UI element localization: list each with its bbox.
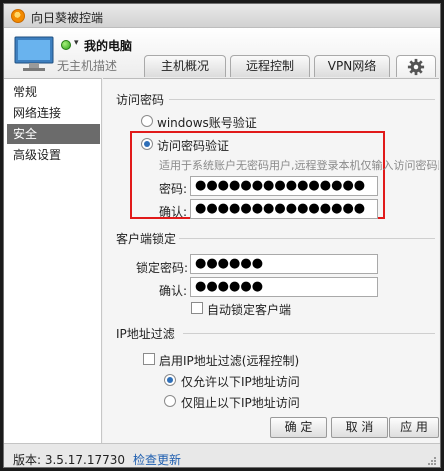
section-divider — [169, 99, 435, 100]
deny-ip-label[interactable]: 仅阻止以下IP地址访问 — [181, 394, 300, 411]
security-settings-panel: 访问密码 windows账号验证 访问密码验证 适用于系统账户无密码用户,远程登… — [103, 78, 439, 443]
resize-grip-icon[interactable] — [427, 456, 437, 466]
chevron-down-icon[interactable]: ▾ — [74, 38, 79, 48]
pc-description[interactable]: 无主机描述 — [57, 57, 117, 74]
deny-ip-radio[interactable] — [164, 395, 176, 407]
allow-ip-label[interactable]: 仅允许以下IP地址访问 — [181, 373, 300, 390]
monitor-icon — [14, 36, 54, 71]
allow-ip-radio[interactable] — [164, 374, 176, 386]
tab-remote-control[interactable]: 远程控制 — [230, 55, 310, 77]
sidebar-item-general[interactable]: 常规 — [4, 82, 101, 102]
status-bar: 版本: 3.5.17.17730 检查更新 — [4, 443, 440, 467]
windows-auth-label[interactable]: windows账号验证 — [157, 114, 257, 131]
ip-filter-section-title: IP地址过滤 — [116, 327, 175, 341]
check-update-link[interactable]: 检查更新 — [133, 451, 181, 467]
tab-settings[interactable] — [396, 55, 436, 77]
confirm-password-label: 确认: — [159, 205, 188, 219]
sidebar-item-advanced[interactable]: 高级设置 — [4, 145, 101, 165]
tab-vpn-network[interactable]: VPN网络 — [314, 55, 390, 77]
apply-button[interactable]: 应 用 — [389, 417, 439, 438]
ok-button[interactable]: 确 定 — [270, 417, 327, 438]
tab-label: VPN网络 — [327, 59, 377, 73]
cancel-button[interactable]: 取 消 — [331, 417, 388, 438]
tab-host-overview[interactable]: 主机概况 — [144, 55, 226, 77]
access-password-section-title: 访问密码 — [116, 93, 165, 107]
lock-confirm-label: 确认: — [159, 284, 188, 298]
version-text: 版本: 3.5.17.17730 — [13, 453, 126, 467]
confirm-password-field[interactable]: ●●●●●●●●●●●●●●● — [190, 199, 378, 219]
sidebar-item-network[interactable]: 网络连接 — [4, 103, 101, 123]
header: ▾ 我的电脑 无主机描述 主机概况 远程控制 VPN网络 — [4, 28, 440, 78]
window-title: 向日葵被控端 — [31, 11, 104, 25]
online-status-icon — [61, 40, 71, 50]
password-auth-label[interactable]: 访问密码验证 — [157, 137, 229, 154]
password-auth-hint: 适用于系统账户无密码用户,远程登录本机仅输入访问密码即 — [159, 159, 439, 172]
auto-lock-checkbox[interactable] — [191, 302, 203, 314]
ip-filter-checkbox[interactable] — [143, 353, 155, 365]
access-password-field[interactable]: ●●●●●●●●●●●●●●● — [190, 176, 378, 196]
sidebar-item-security[interactable]: 安全 — [7, 124, 100, 144]
password-auth-radio[interactable] — [141, 138, 153, 150]
lock-password-label: 锁定密码: — [136, 261, 189, 275]
auto-lock-label[interactable]: 自动锁定客户端 — [207, 301, 291, 318]
windows-auth-radio[interactable] — [141, 115, 153, 127]
tab-label: 远程控制 — [245, 59, 294, 73]
title-bar: 向日葵被控端 — [4, 4, 440, 28]
gear-icon — [407, 58, 425, 76]
password-label: 密码: — [159, 182, 188, 196]
section-divider — [179, 238, 435, 239]
lock-confirm-field[interactable]: ●●●●●● — [190, 277, 378, 297]
app-window: 向日葵被控端 ▾ 我的电脑 无主机描述 主机概况 远程控制 VPN网络 常规 网… — [3, 3, 441, 468]
lock-password-field[interactable]: ●●●●●● — [190, 254, 378, 274]
sunflower-logo-icon — [11, 9, 25, 23]
client-lock-section-title: 客户端锁定 — [116, 232, 177, 246]
settings-sidebar: 常规 网络连接 安全 高级设置 — [4, 78, 102, 443]
ip-filter-label[interactable]: 启用IP地址过滤(远程控制) — [159, 352, 299, 369]
pc-name[interactable]: 我的电脑 — [84, 37, 132, 54]
tab-label: 主机概况 — [160, 59, 209, 73]
section-divider — [183, 333, 435, 334]
